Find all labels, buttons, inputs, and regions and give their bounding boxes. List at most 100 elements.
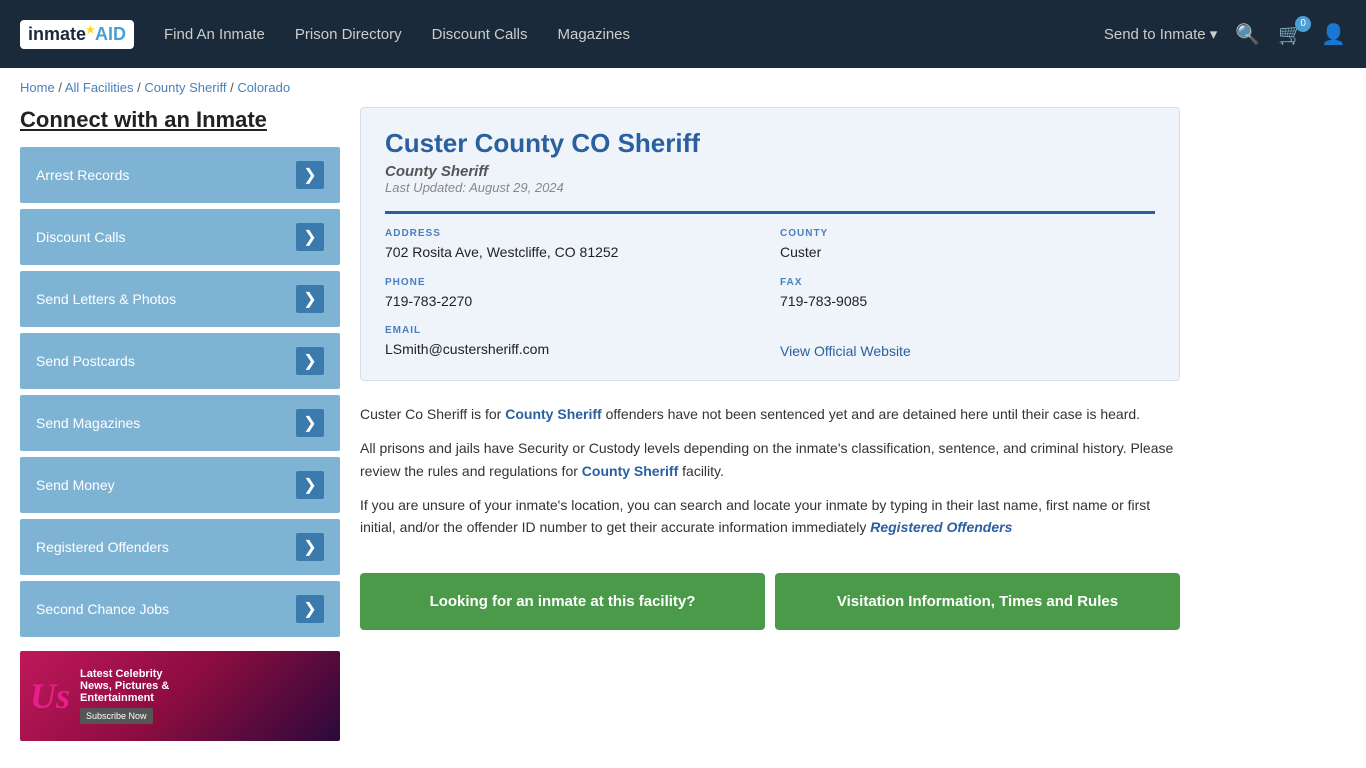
fax-block: FAX 719-783-9085 (780, 277, 1155, 312)
logo-aid: AID (95, 24, 126, 44)
logo-text: inmate★AID (28, 24, 126, 45)
sidebar-item-arrest-records-label: Arrest Records (36, 167, 129, 183)
search-icon[interactable]: 🔍 (1235, 22, 1260, 47)
email-label: EMAIL (385, 325, 760, 336)
sidebar-item-send-money-label: Send Money (36, 477, 115, 493)
breadcrumb-home[interactable]: Home (20, 80, 55, 95)
arrow-icon: ❯ (296, 409, 324, 437)
nav-discount-calls-link[interactable]: Discount Calls (432, 26, 528, 43)
sidebar-item-discount-calls-label: Discount Calls (36, 229, 125, 245)
ad-subscribe-btn[interactable]: Subscribe Now (80, 708, 153, 724)
desc-para3-pre: If you are unsure of your inmate's locat… (360, 497, 1150, 535)
sidebar-item-send-postcards-label: Send Postcards (36, 353, 135, 369)
desc-para2-pre: All prisons and jails have Security or C… (360, 440, 1173, 478)
facility-info-grid: ADDRESS 702 Rosita Ave, Westcliffe, CO 8… (385, 211, 1155, 360)
sidebar-menu: Arrest Records ❯ Discount Calls ❯ Send L… (20, 147, 340, 637)
nav-prison-directory[interactable]: Prison Directory (295, 26, 402, 43)
sidebar-item-send-letters[interactable]: Send Letters & Photos ❯ (20, 271, 340, 327)
county-label: COUNTY (780, 228, 1155, 239)
sidebar-item-arrest-records[interactable]: Arrest Records ❯ (20, 147, 340, 203)
ad-line1: Latest Celebrity (80, 668, 169, 680)
arrow-icon: ❯ (296, 161, 324, 189)
ad-line3: Entertainment (80, 692, 169, 704)
phone-value: 719-783-2270 (385, 292, 760, 312)
county-sheriff-link-1[interactable]: County Sheriff (505, 406, 601, 422)
arrow-icon: ❯ (296, 533, 324, 561)
desc-para1-post: offenders have not been sentenced yet an… (602, 406, 1140, 422)
phone-label: PHONE (385, 277, 760, 288)
navbar: inmate★AID Find An Inmate Prison Directo… (0, 0, 1366, 68)
county-value: Custer (780, 243, 1155, 263)
logo-box: inmate★AID (20, 20, 134, 49)
fax-value: 719-783-9085 (780, 292, 1155, 312)
main-content: Connect with an Inmate Arrest Records ❯ … (0, 107, 1200, 761)
ad-logo: Us (30, 675, 70, 717)
sidebar-item-send-letters-label: Send Letters & Photos (36, 291, 176, 307)
facility-content: Custer County CO Sheriff County Sheriff … (360, 107, 1180, 741)
facility-card: Custer County CO Sheriff County Sheriff … (360, 107, 1180, 381)
send-to-inmate-btn[interactable]: Send to Inmate ▾ (1104, 25, 1217, 43)
desc-para1-pre: Custer Co Sheriff is for (360, 406, 505, 422)
logo-star: ★ (86, 25, 95, 36)
visitation-information-button[interactable]: Visitation Information, Times and Rules (775, 573, 1180, 630)
ad-copy: Latest Celebrity News, Pictures & Entert… (80, 668, 169, 724)
address-block: ADDRESS 702 Rosita Ave, Westcliffe, CO 8… (385, 228, 760, 263)
cart-icon[interactable]: 🛒 0 (1278, 22, 1303, 47)
facility-updated: Last Updated: August 29, 2024 (385, 180, 1155, 195)
phone-block: PHONE 719-783-2270 (385, 277, 760, 312)
fax-label: FAX (780, 277, 1155, 288)
sidebar-item-registered-offenders-label: Registered Offenders (36, 539, 169, 555)
user-icon[interactable]: 👤 (1321, 22, 1346, 47)
sidebar-item-second-chance-jobs[interactable]: Second Chance Jobs ❯ (20, 581, 340, 637)
logo-inmate: inmate (28, 24, 86, 44)
bottom-buttons: Looking for an inmate at this facility? … (360, 573, 1180, 630)
facility-name: Custer County CO Sheriff (385, 128, 1155, 159)
sidebar-item-send-postcards[interactable]: Send Postcards ❯ (20, 333, 340, 389)
arrow-icon: ❯ (296, 347, 324, 375)
sidebar-title: Connect with an Inmate (20, 107, 340, 133)
breadcrumb-county-sheriff[interactable]: County Sheriff (144, 80, 226, 95)
breadcrumb-state[interactable]: Colorado (237, 80, 290, 95)
arrow-icon: ❯ (296, 223, 324, 251)
county-block: COUNTY Custer (780, 228, 1155, 263)
sidebar-item-send-magazines-label: Send Magazines (36, 415, 140, 431)
registered-offenders-link[interactable]: Registered Offenders (870, 519, 1012, 535)
email-value: LSmith@custersheriff.com (385, 340, 760, 360)
ad-inner: Us Latest Celebrity News, Pictures & Ent… (20, 651, 340, 741)
breadcrumb: Home / All Facilities / County Sheriff /… (0, 68, 1366, 107)
sidebar: Connect with an Inmate Arrest Records ❯ … (20, 107, 340, 741)
ad-logo-text: Us (30, 676, 70, 716)
nav-find-inmate-link[interactable]: Find An Inmate (164, 26, 265, 43)
nav-find-inmate[interactable]: Find An Inmate (164, 26, 265, 43)
nav-magazines[interactable]: Magazines (557, 26, 630, 43)
sidebar-item-send-money[interactable]: Send Money ❯ (20, 457, 340, 513)
view-official-website-link[interactable]: View Official Website (780, 343, 911, 359)
advertisement-banner[interactable]: Us Latest Celebrity News, Pictures & Ent… (20, 651, 340, 741)
desc-para2-post: facility. (678, 463, 724, 479)
looking-for-inmate-button[interactable]: Looking for an inmate at this facility? (360, 573, 765, 630)
ad-line2: News, Pictures & (80, 680, 169, 692)
sidebar-item-second-chance-jobs-label: Second Chance Jobs (36, 601, 169, 617)
sidebar-item-discount-calls[interactable]: Discount Calls ❯ (20, 209, 340, 265)
facility-type: County Sheriff (385, 163, 1155, 180)
nav-links: Find An Inmate Prison Directory Discount… (164, 26, 1104, 43)
nav-right: Send to Inmate ▾ 🔍 🛒 0 👤 (1104, 22, 1346, 47)
county-sheriff-link-2[interactable]: County Sheriff (582, 463, 678, 479)
sidebar-item-registered-offenders[interactable]: Registered Offenders ❯ (20, 519, 340, 575)
arrow-icon: ❯ (296, 285, 324, 313)
address-value: 702 Rosita Ave, Westcliffe, CO 81252 (385, 243, 760, 263)
website-block: View Official Website (780, 325, 1155, 360)
nav-magazines-link[interactable]: Magazines (557, 26, 630, 43)
description-para1: Custer Co Sheriff is for County Sheriff … (360, 403, 1180, 425)
breadcrumb-all-facilities[interactable]: All Facilities (65, 80, 134, 95)
description-para3: If you are unsure of your inmate's locat… (360, 494, 1180, 539)
sidebar-item-send-magazines[interactable]: Send Magazines ❯ (20, 395, 340, 451)
nav-prison-directory-link[interactable]: Prison Directory (295, 26, 402, 43)
arrow-icon: ❯ (296, 471, 324, 499)
address-label: ADDRESS (385, 228, 760, 239)
arrow-icon: ❯ (296, 595, 324, 623)
description-block: Custer Co Sheriff is for County Sheriff … (360, 399, 1180, 555)
logo-brand[interactable]: inmate★AID (20, 20, 134, 49)
nav-discount-calls[interactable]: Discount Calls (432, 26, 528, 43)
cart-badge: 0 (1295, 16, 1311, 32)
